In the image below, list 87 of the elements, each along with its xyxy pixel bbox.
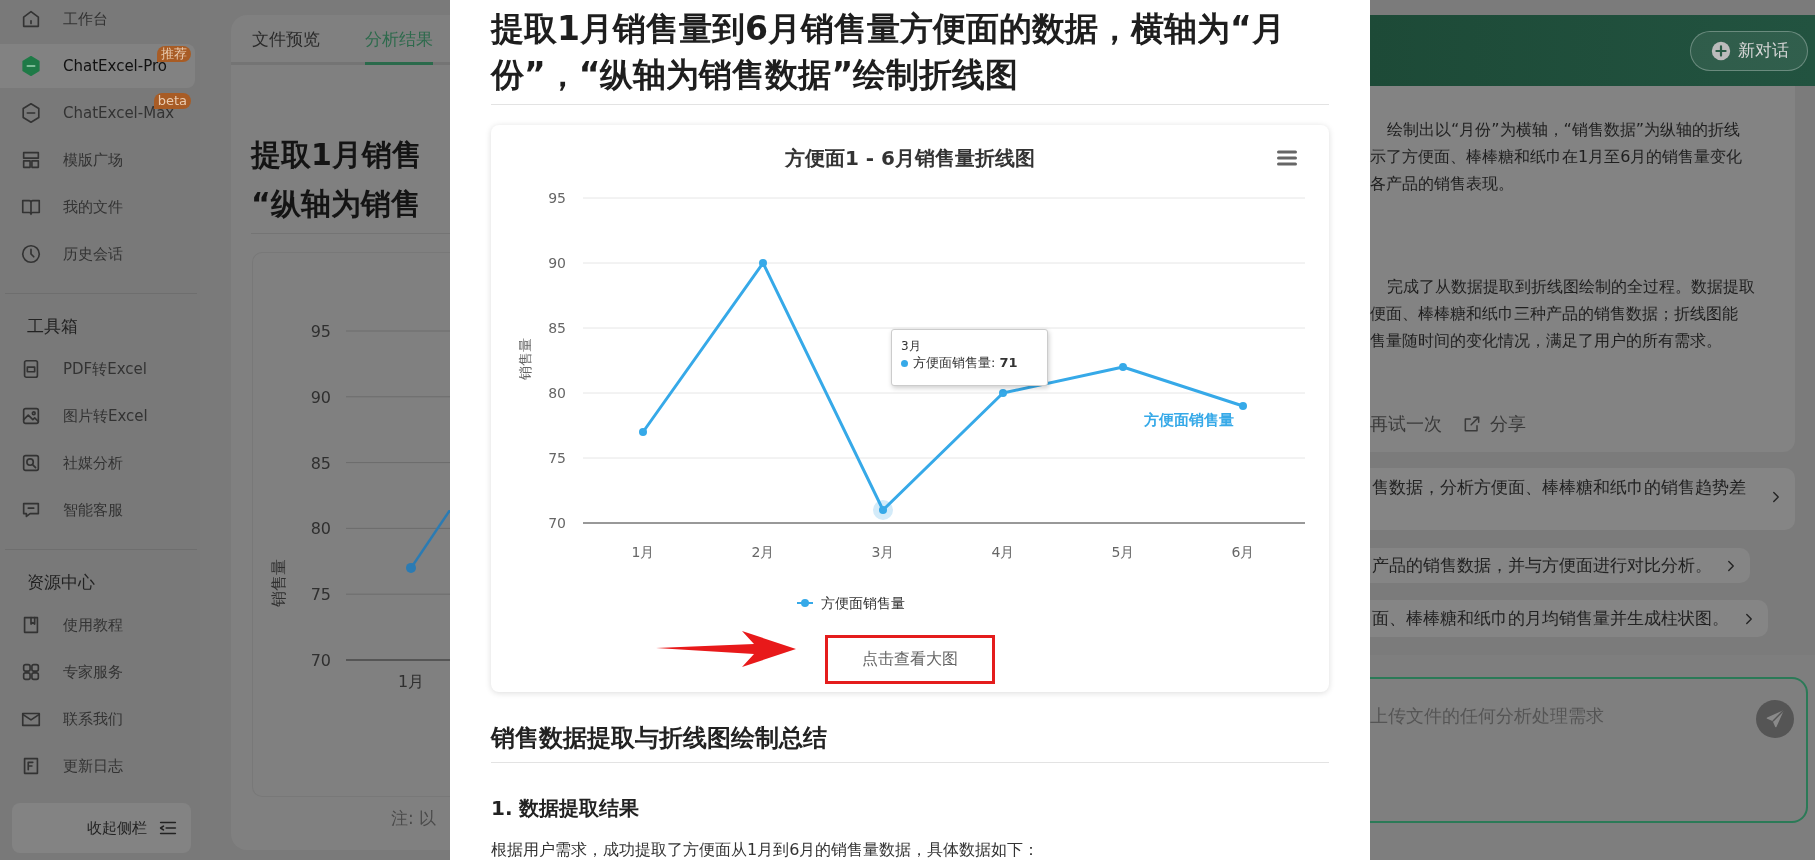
axis-label: 销售量 <box>269 559 288 607</box>
suggestion-chip[interactable]: 面、棒棒糖和纸巾的月均销售量并生成柱状图。 <box>1370 600 1768 637</box>
hexagon-icon <box>20 102 42 124</box>
search-icon <box>20 452 42 474</box>
axis-tick-label: 70 <box>548 515 566 531</box>
axis-tick-label: 90 <box>310 387 331 407</box>
plus-icon <box>1709 39 1732 62</box>
hexagon-icon <box>20 55 42 77</box>
data-point <box>999 389 1007 397</box>
tab[interactable]: 分析结果 <box>365 15 433 65</box>
sidebar-item[interactable]: 专家服务 <box>0 650 195 694</box>
section-title: 资源中心 <box>26 571 96 594</box>
suggestion-chip[interactable]: 产品的销售数据，并与方便面进行对比分析。 <box>1370 548 1750 583</box>
clock-icon <box>20 243 42 265</box>
sidebar-item[interactable]: PDF转Excel <box>0 347 195 391</box>
answer-text: 示了方便面、棒棒糖和纸巾在1月至6月的销售量变化 <box>1370 146 1743 168</box>
sidebar-item[interactable]: ChatExcel-Pro 推荐 <box>0 44 195 88</box>
collapse-button[interactable]: 收起侧栏 <box>12 803 191 853</box>
axis-tick-label: 70 <box>310 651 331 670</box>
sidebar-item[interactable]: 工作台 <box>0 0 195 41</box>
sidebar-item[interactable]: 联系我们 <box>0 697 195 741</box>
data-point <box>639 428 647 436</box>
sidebar-item[interactable]: 模版广场 <box>0 138 195 182</box>
sidebar-item[interactable]: 使用教程 <box>0 603 195 647</box>
data-point <box>1239 402 1247 410</box>
send-icon <box>1765 709 1785 729</box>
series-label: 方便面销售量 <box>1144 411 1234 429</box>
answer-text: 售量随时间的变化情况，满足了用户的所有需求。 <box>1370 330 1722 352</box>
axis-tick-label: 1月 <box>631 544 655 560</box>
tooltip-title: 3月 <box>901 338 922 354</box>
axis-tick-label: 6月 <box>1231 544 1255 560</box>
axis-tick-label: 95 <box>548 190 566 206</box>
new-chat-button[interactable]: 新对话 <box>1690 30 1808 71</box>
chart-title: 方便面1 - 6月销售量折线图 <box>784 146 1036 170</box>
tooltip-value: 方便面销售量: 71 <box>913 354 1018 372</box>
answer-text: 完成了从数据提取到折线图绘制的全过程。数据提取 <box>1386 276 1755 298</box>
axis-tick-label: 80 <box>310 519 331 539</box>
status-tag: beta <box>153 93 191 109</box>
sidebar-item[interactable]: 更新日志 <box>0 744 195 788</box>
axis-tick-label: 85 <box>310 453 331 473</box>
sidebar-item[interactable]: ChatExcel-Max beta <box>0 91 195 135</box>
share-button[interactable]: 分享 <box>1462 412 1526 436</box>
view-large-button[interactable]: 点击查看大图 <box>825 635 995 684</box>
share-icon <box>1462 414 1482 434</box>
data-point <box>759 259 767 267</box>
axis-tick-label: 85 <box>548 320 566 336</box>
paragraph: 根据用户需求，成功提取了方便面从1月到6月的销售量数据，具体数据如下： <box>491 839 1041 860</box>
data-point <box>406 562 416 573</box>
sidebar-item[interactable]: 我的文件 <box>0 185 195 229</box>
axis-label: 销售量 <box>517 338 533 380</box>
legend-label: 方便面销售量 <box>821 595 905 611</box>
series-dot-icon <box>901 359 908 367</box>
axis-tick-label: 1月 <box>397 672 425 691</box>
axis-tick-label: 95 <box>310 322 331 341</box>
axis-tick-label: 75 <box>310 585 331 605</box>
suggestion-chip[interactable]: 售数据，分析方便面、棒棒糖和纸巾的销售趋势差 <box>1370 468 1795 530</box>
report-title: 提取1月销售 <box>251 136 422 174</box>
axis-tick-label: 4月 <box>991 544 1015 560</box>
home-icon <box>20 8 42 30</box>
answer-text: 各产品的销售表现。 <box>1370 173 1514 195</box>
sidebar-item[interactable]: 社媒分析 <box>0 441 195 485</box>
axis-tick-label: 2月 <box>751 544 775 560</box>
tab[interactable]: 文件预览 <box>252 15 320 65</box>
axis-tick-label: 90 <box>548 255 566 271</box>
menu-icon[interactable] <box>1277 150 1297 166</box>
subsection-heading: 1. 数据提取结果 <box>491 795 641 822</box>
axis-tick-label: 3月 <box>871 544 895 560</box>
sidebar-item[interactable]: 智能客服 <box>0 488 195 532</box>
legend-marker-icon <box>796 599 814 607</box>
axis-tick-label: 5月 <box>1111 544 1135 560</box>
sidebar-item[interactable]: 历史会话 <box>0 232 195 276</box>
sidebar-item[interactable]: 图片转Excel <box>0 394 195 438</box>
report-title: “纵轴为销售 <box>251 185 421 223</box>
status-tag: 推荐 <box>157 46 191 62</box>
axis-tick-label: 75 <box>548 450 566 466</box>
section-heading: 销售数据提取与折线图绘制总结 <box>491 721 1329 763</box>
dialog-title: 提取1月销售量到6月销售量方便面的数据，横轴为“月份”，“纵轴为销售数据”绘制折线图 <box>491 6 1329 105</box>
data-point <box>1119 363 1127 371</box>
section-title: 工具箱 <box>26 315 79 338</box>
layout-icon <box>20 149 42 171</box>
data-point <box>879 506 887 514</box>
retry-button[interactable]: 再试一次 <box>1370 412 1442 436</box>
answer-text: 绘制出以“月份”为横轴，“销售数据”为纵轴的折线 <box>1386 119 1741 141</box>
answer-text: 便面、棒棒糖和纸巾三种产品的销售数据；折线图能 <box>1370 303 1738 325</box>
grid-icon <box>20 661 42 683</box>
axis-tick-label: 80 <box>548 385 566 401</box>
image-icon <box>20 405 42 427</box>
